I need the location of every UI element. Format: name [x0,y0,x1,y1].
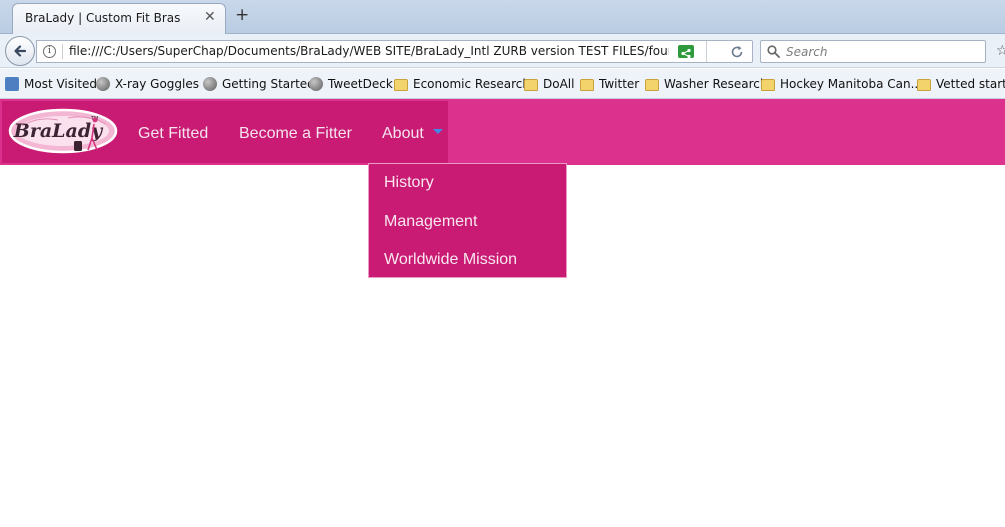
bookmark-getting-started[interactable]: Getting Started [203,77,315,92]
bookmark-hockey-manitoba[interactable]: Hockey Manitoba Can... [761,77,922,92]
logo-text: BraLady [13,120,104,142]
url-text[interactable]: file:///C:/Users/SuperChap/Documents/Bra… [69,44,669,58]
folder-icon [761,79,775,91]
globe-icon [309,77,323,91]
back-arrow-icon [14,45,27,57]
share-icon[interactable] [678,45,694,59]
url-bar[interactable]: i file:///C:/Users/SuperChap/Documents/B… [36,40,753,63]
tab-title: BraLady | Custom Fit Bras [25,11,181,25]
bookmark-twitter[interactable]: Twitter [580,77,639,92]
bookmark-label: X-ray Goggles [115,77,199,91]
folder-icon [917,79,931,91]
browser-navigation-bar: i file:///C:/Users/SuperChap/Documents/B… [0,34,1005,68]
search-bar[interactable]: Search [760,40,986,63]
bookmark-doall[interactable]: DoAll [524,77,574,92]
nav-become-fitter[interactable]: Become a Fitter [239,125,352,143]
bookmark-label: Most Visited [24,77,98,91]
search-placeholder: Search [786,45,828,59]
site-nav: BraLady TM Get Fitted Become a Fitter Ab… [2,101,448,163]
bookmarks-bar: Most Visited X-ray Goggles Getting Start… [0,69,1005,99]
bookmark-label: Washer Research [664,77,768,91]
bookmark-label: Vetted start u [936,77,1005,91]
bookmark-star-icon[interactable]: ☆ [996,44,1005,58]
bookmark-tweetdeck[interactable]: TweetDeck [309,77,393,92]
folder-icon [524,79,538,91]
menu-item-management[interactable]: Management [384,213,477,231]
nav-get-fitted[interactable]: Get Fitted [138,125,208,143]
url-divider [62,44,63,59]
bookmark-washer-research[interactable]: Washer Research [645,77,767,92]
menu-item-history[interactable]: History [384,174,434,192]
bralady-logo[interactable]: BraLady TM [8,106,120,158]
about-dropdown-menu: History Management Worldwide Mission [368,163,567,278]
globe-icon [96,77,110,91]
bookmark-label: Getting Started [222,77,315,91]
folder-icon [580,79,594,91]
new-tab-button[interactable]: + [235,6,249,24]
globe-icon [203,77,217,91]
bookmark-label: Economic Research [413,77,530,91]
menu-item-worldwide-mission[interactable]: Worldwide Mission [384,251,517,269]
reload-icon[interactable] [730,44,744,63]
tab-close-icon[interactable]: ✕ [204,9,216,25]
bookmark-most-visited[interactable]: Most Visited [5,77,97,92]
site-info-icon[interactable]: i [43,45,56,58]
site-top-bar: BraLady TM Get Fitted Become a Fitter Ab… [0,99,1005,165]
bookmark-label: Hockey Manitoba Can... [780,77,923,91]
back-button[interactable] [5,36,35,66]
chevron-down-icon[interactable] [433,129,443,134]
bookmark-vetted-start[interactable]: Vetted start u [917,77,1005,92]
folder-icon [394,79,408,91]
most-visited-icon [5,77,19,91]
bookmark-economic-research[interactable]: Economic Research [394,77,530,92]
bookmark-label: DoAll [543,77,575,91]
bookmark-label: TweetDeck [328,77,393,91]
browser-tab-strip: BraLady | Custom Fit Bras ✕ + [0,0,1005,34]
browser-tab[interactable]: BraLady | Custom Fit Bras ✕ [12,3,226,34]
search-icon [767,45,780,58]
url-divider-2 [706,41,707,62]
folder-icon [645,79,659,91]
bookmark-xray-goggles[interactable]: X-ray Goggles [96,77,199,92]
nav-about[interactable]: About [382,125,424,143]
bookmark-label: Twitter [599,77,640,91]
